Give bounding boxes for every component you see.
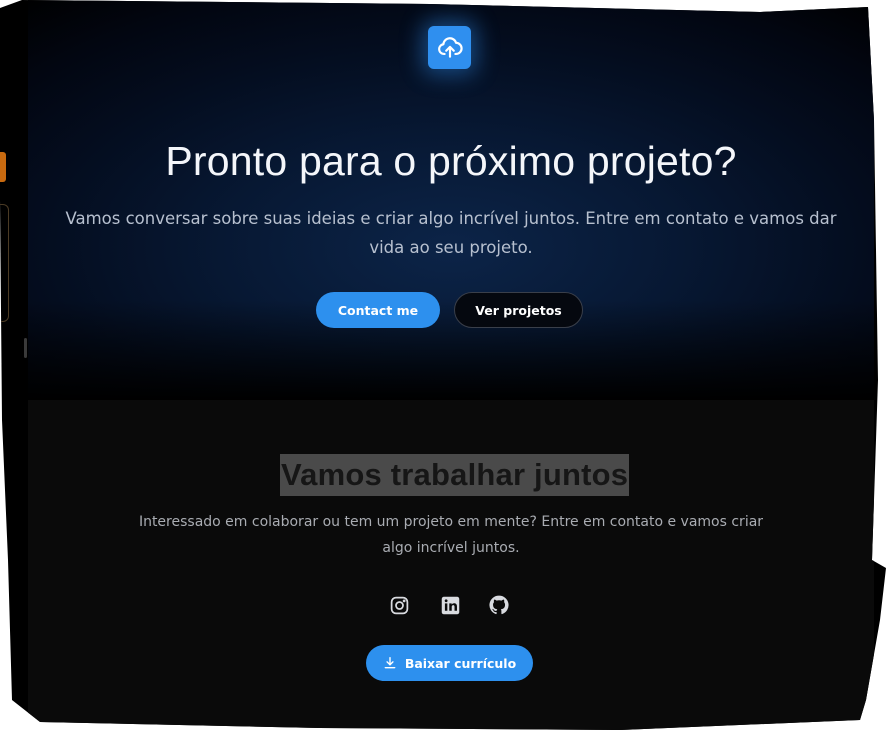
- view-projects-button[interactable]: Ver projetos: [454, 292, 583, 328]
- github-icon[interactable]: [488, 594, 510, 616]
- linkedin-icon[interactable]: [439, 594, 461, 616]
- hero-title: Pronto para o próximo projeto?: [165, 138, 737, 184]
- hero-subtitle: Vamos conversar sobre suas ideias e cria…: [65, 209, 837, 257]
- resize-handle[interactable]: [24, 338, 27, 358]
- hero-fade: [28, 300, 874, 400]
- download-resume-button[interactable]: Baixar currículo: [366, 645, 533, 681]
- sidebar-panel: [0, 204, 9, 322]
- collaborate-subtitle: Interessado em colaborar ou tem um proje…: [138, 514, 764, 556]
- download-resume-label: Baixar currículo: [404, 655, 517, 671]
- collaborate-title: Vamos trabalhar juntos: [280, 454, 630, 496]
- cloud-upload-icon: [428, 26, 471, 69]
- download-icon: [383, 656, 397, 670]
- page: Pronto para o próximo projeto? Vamos con…: [28, 0, 874, 730]
- contact-me-button[interactable]: Contact me: [316, 292, 440, 328]
- screenshot-frame: Pronto para o próximo projeto? Vamos con…: [0, 0, 886, 730]
- instagram-icon[interactable]: [388, 594, 410, 616]
- collaborate-section: [28, 400, 874, 730]
- sidebar-tab[interactable]: [0, 152, 6, 182]
- cta-hero-section: Pronto para o próximo projeto? Vamos con…: [28, 0, 874, 400]
